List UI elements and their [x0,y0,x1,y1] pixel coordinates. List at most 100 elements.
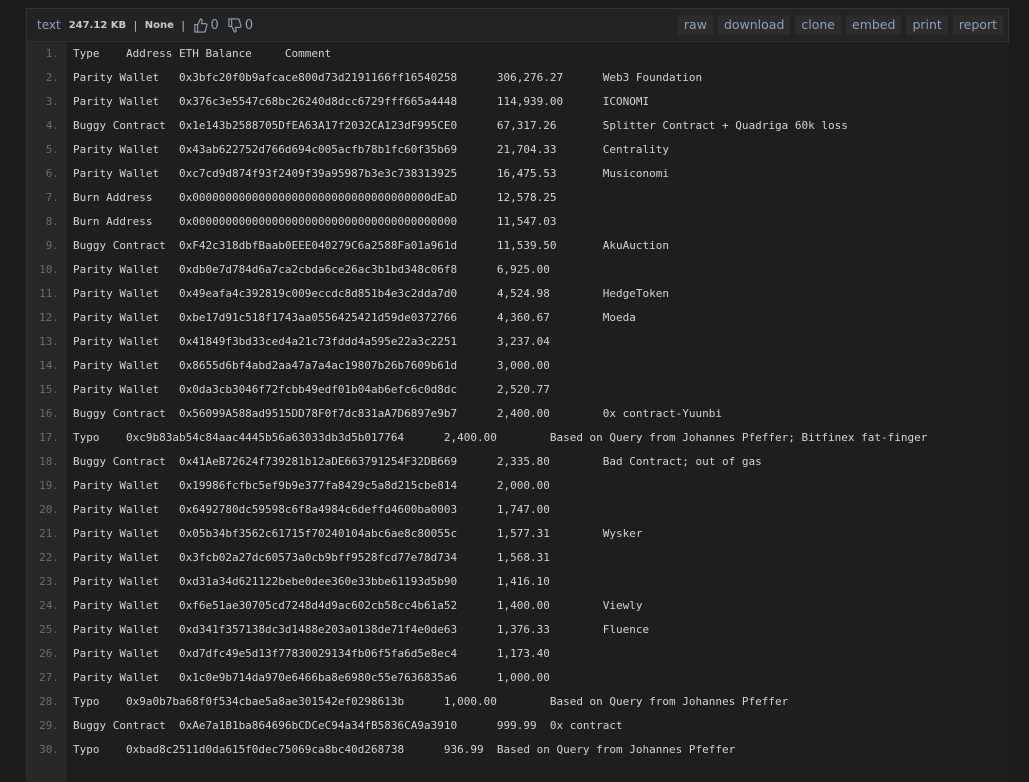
code-line: 10. Parity Wallet 0xdb0e7d784d6a7ca2cbda6… [27,258,1008,282]
clone-button[interactable]: clone [795,15,841,35]
line-text: Parity Wallet 0x49eafa4c392819c009eccdc8… [73,287,670,300]
line-number: 18. [39,455,59,468]
paste-toolbar: text 247.12 KB | None | 0 0 raw download… [27,9,1008,42]
code-line: 2. Parity Wallet 0x3bfc20f0b9afcace800d73… [27,66,1008,90]
file-size: 247.12 KB [68,19,127,31]
code-line: 7. Burn Address 0x00000000000000000000000… [27,186,1008,210]
line-text: Parity Wallet 0x05b34bf3562c61715f702401… [73,527,643,540]
line-number: 28. [39,695,59,708]
code-line: 4. Buggy Contract 0x1e143b2588705DfEA63A1… [27,114,1008,138]
line-text: Typo 0x9a0b7ba68f0f534cbae5a8ae301542ef0… [73,695,789,708]
line-text: Buggy Contract 0xF42c318dbfBaab0EEE04027… [73,239,670,252]
line-text: Typo 0xbad8c2511d0da615f0dec75069ca8bc40… [73,743,736,756]
line-text: Parity Wallet 0xc7cd9d874f93f2409f39a959… [73,167,670,180]
line-number: 7. [45,191,59,204]
separator: | [179,18,187,32]
code-line: 24. Parity Wallet 0xf6e51ae30705cd7248d4d… [27,594,1008,618]
code-line: 26. Parity Wallet 0xd7dfc49e5d13f77830029… [27,642,1008,666]
line-text: Parity Wallet 0x1c0e9b714da970e6466ba8e6… [73,671,550,684]
line-text: Buggy Contract 0x1e143b2588705DfEA63A17f… [73,119,848,132]
line-number: 19. [39,479,59,492]
line-number: 26. [39,647,59,660]
line-number: 21. [39,527,59,540]
line-number: 30. [39,743,59,756]
code-line: 5. Parity Wallet 0x43ab622752d766d694c005… [27,138,1008,162]
dislike-button[interactable]: 0 [223,18,257,33]
line-number: 1. [45,47,59,60]
download-button[interactable]: download [717,15,791,35]
line-number: 17. [39,431,59,444]
line-text: Burn Address 0x0000000000000000000000000… [73,215,557,228]
code-line: 12. Parity Wallet 0xbe17d91c518f1743aa055… [27,306,1008,330]
code-line: 3. Parity Wallet 0x376c3e5547c68bc26240d8… [27,90,1008,114]
line-number: 22. [39,551,59,564]
line-text: Parity Wallet 0xbe17d91c518f1743aa055642… [73,311,636,324]
line-number: 8. [45,215,59,228]
line-text: Parity Wallet 0x19986fcfbc5ef9b9e377fa84… [73,479,550,492]
line-number: 14. [39,359,59,372]
code-line: 13. Parity Wallet 0x41849f3bd33ced4a21c73… [27,330,1008,354]
line-text: Parity Wallet 0xd31a34d621122bebe0dee360… [73,575,550,588]
code-line: 30. Typo 0xbad8c2511d0da615f0dec75069ca8b… [27,738,1008,762]
line-number: 13. [39,335,59,348]
thumbs-down-icon [228,17,242,33]
line-number: 9. [45,239,59,252]
paste-container: text 247.12 KB | None | 0 0 raw download… [26,8,1009,782]
line-number: 15. [39,383,59,396]
line-text: Parity Wallet 0xd7dfc49e5d13f77830029134… [73,647,550,660]
code-line: 16. Buggy Contract 0x56099A588ad9515DD78F… [27,402,1008,426]
line-text: Parity Wallet 0x6492780dc59598c6f8a4984c… [73,503,550,516]
code-line: 27. Parity Wallet 0x1c0e9b714da970e6466ba… [27,666,1008,690]
line-text: Parity Wallet 0xdb0e7d784d6a7ca2cbda6ce2… [73,263,550,276]
line-text: Buggy Contract 0x41AeB72624f739281b12aDE… [73,455,762,468]
line-text: Parity Wallet 0x376c3e5547c68bc26240d8dc… [73,95,650,108]
dislike-count: 0 [244,17,254,33]
line-number: 5. [45,143,59,156]
code-line: 9. Buggy Contract 0xF42c318dbfBaab0EEE040… [27,234,1008,258]
line-number: 12. [39,311,59,324]
embed-button[interactable]: embed [846,15,902,35]
syntax-link[interactable]: text [33,16,65,34]
code-line: 8. Burn Address 0x00000000000000000000000… [27,210,1008,234]
report-button[interactable]: report [952,15,1003,35]
line-text: Parity Wallet 0x8655d6bf4abd2aa47a7a4ac1… [73,359,550,372]
separator: | [132,18,139,32]
code-line: 29. Buggy Contract 0xAe7a1B1ba864696bCDCe… [27,714,1008,738]
line-number: 27. [39,671,59,684]
line-number: 20. [39,503,59,516]
thumbs-up-icon [193,17,208,33]
line-text: Parity Wallet 0x43ab622752d766d694c005ac… [73,143,670,156]
line-number: 24. [39,599,59,612]
line-number: 16. [39,407,59,420]
like-button[interactable]: 0 [189,18,223,33]
line-text: Parity Wallet 0x0da3cb3046f72fcbb49edf01… [73,383,550,396]
code-line: 25. Parity Wallet 0xd341f357138dc3d1488e2… [27,618,1008,642]
line-number: 11. [39,287,59,300]
line-text: Burn Address 0x0000000000000000000000000… [73,191,557,204]
line-text: Parity Wallet 0x3bfc20f0b9afcace800d73d2… [73,71,703,84]
line-text: Buggy Contract 0xAe7a1B1ba864696bCDCeC94… [73,719,623,732]
code-line: 18. Buggy Contract 0x41AeB72624f739281b12… [27,450,1008,474]
print-button[interactable]: print [906,15,948,35]
raw-button[interactable]: raw [677,15,713,35]
line-text: Parity Wallet 0x3fcb02a27dc60573a0cb9bff… [73,551,550,564]
line-text: Type Address ETH Balance Comment [73,47,332,60]
line-text: Parity Wallet 0xd341f357138dc3d1488e203a… [73,623,650,636]
code-line: 1. Type Address ETH Balance Comment [27,42,1008,66]
line-text: Buggy Contract 0x56099A588ad9515DD78F0f7… [73,407,723,420]
line-text: Parity Wallet 0xf6e51ae30705cd7248d4d9ac… [73,599,643,612]
code-line: 22. Parity Wallet 0x3fcb02a27dc60573a0cb9… [27,546,1008,570]
code-line: 17. Typo 0xc9b83ab54c84aac4445b56a63033db… [27,426,1008,450]
code-line: 23. Parity Wallet 0xd31a34d621122bebe0dee… [27,570,1008,594]
like-count: 0 [210,17,219,33]
line-number: 3. [45,95,59,108]
code-line: 20. Parity Wallet 0x6492780dc59598c6f8a49… [27,498,1008,522]
code-line: 6. Parity Wallet 0xc7cd9d874f93f2409f39a9… [27,162,1008,186]
line-number: 23. [39,575,59,588]
syntax-label: None [144,19,174,31]
code-line: 21. Parity Wallet 0x05b34bf3562c61715f702… [27,522,1008,546]
code-line: 28. Typo 0x9a0b7ba68f0f534cbae5a8ae301542… [27,690,1008,714]
line-number: 2. [45,71,59,84]
code-line: 19. Parity Wallet 0x19986fcfbc5ef9b9e377f… [27,474,1008,498]
code-line: 11. Parity Wallet 0x49eafa4c392819c009ecc… [27,282,1008,306]
